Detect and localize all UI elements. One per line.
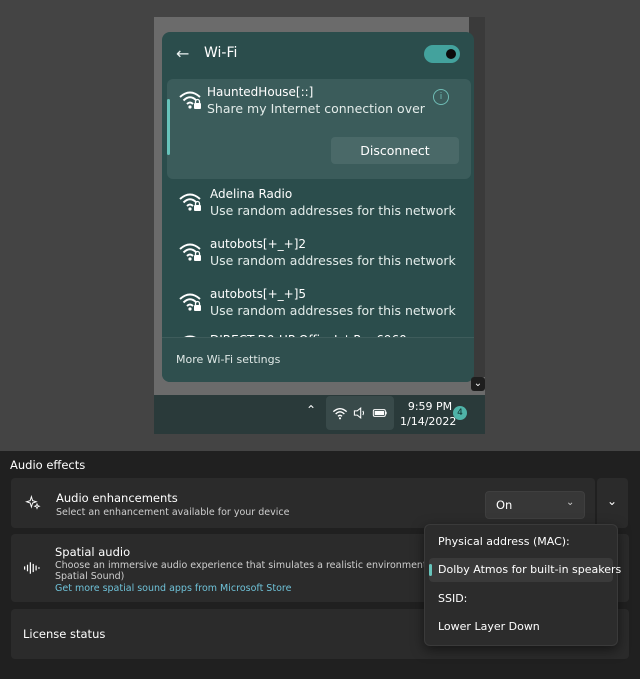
wifi-secured-icon	[179, 91, 201, 109]
back-arrow-icon[interactable]: ←	[176, 44, 189, 63]
menu-item-selected[interactable]: Dolby Atmos for built-in speakers	[429, 558, 621, 582]
info-icon[interactable]: i	[433, 89, 449, 105]
active-network-item[interactable]: HauntedHouse[::] Share my Internet conne…	[167, 79, 471, 179]
menu-item[interactable]: Lower Layer Down	[429, 615, 613, 639]
menu-item-label: Dolby Atmos for built-in speakers	[438, 563, 622, 576]
wifi-toggle[interactable]	[424, 45, 460, 63]
network-item[interactable]: autobots[+_+]5 Use random addresses for …	[162, 284, 474, 334]
taskbar: ⌃ 9:59 PM 1/14/2022 4	[154, 395, 485, 434]
chevron-up-icon[interactable]: ⌃	[306, 403, 316, 417]
spatial-audio-subtitle-cont: Spatial Sound)	[55, 571, 125, 582]
more-wifi-settings-label: More Wi-Fi settings	[176, 353, 281, 366]
battery-charging-icon	[372, 409, 387, 417]
network-item[interactable]: Adelina Radio Use random addresses for t…	[162, 184, 474, 234]
selection-accent	[429, 564, 432, 576]
sparkle-icon	[25, 495, 41, 510]
dropdown-menu: Physical address (MAC): Dolby Atmos for …	[424, 524, 621, 646]
spatial-audio-title: Spatial audio	[55, 545, 131, 559]
volume-icon	[353, 407, 365, 419]
section-title: Audio effects	[10, 458, 86, 472]
chevron-down-icon: ⌄	[566, 497, 575, 508]
clock-date[interactable]: 1/14/2022	[400, 415, 456, 428]
spatial-audio-subtitle: Choose an immersive audio experience tha…	[55, 560, 447, 571]
disconnect-button[interactable]: Disconnect	[331, 137, 459, 164]
active-network-subtitle: Share my Internet connection over	[207, 101, 425, 116]
clock-time[interactable]: 9:59 PM	[404, 400, 456, 413]
quick-settings-cluster[interactable]	[326, 396, 394, 430]
menu-item-label: SSID:	[438, 592, 468, 605]
network-name: Adelina Radio	[210, 187, 293, 201]
menu-item-label: Lower Layer Down	[438, 620, 540, 633]
network-subtitle: Use random addresses for this network	[210, 253, 456, 268]
select-value: On	[496, 498, 513, 512]
wifi-secured-icon	[179, 293, 201, 311]
toggle-knob	[446, 49, 456, 59]
network-name: autobots[+_+]5	[210, 287, 307, 301]
wifi-title: Wi-Fi	[204, 45, 238, 61]
license-status-title: License status	[23, 627, 106, 641]
wifi-icon	[332, 408, 348, 420]
expand-button[interactable]: ⌄	[597, 478, 628, 528]
selection-accent	[167, 99, 170, 155]
network-subtitle: Use random addresses for this network	[210, 203, 456, 218]
network-subtitle: Use random addresses for this network	[210, 303, 456, 318]
wifi-secured-icon	[179, 243, 201, 261]
microsoft-store-link[interactable]: Get more spatial sound apps from Microso…	[55, 583, 291, 594]
scroll-down-icon[interactable]: ⌄	[471, 377, 485, 391]
wifi-secured-icon	[179, 193, 201, 211]
wifi-panel: ← Wi-Fi HauntedHouse[::] Share my Intern…	[162, 32, 474, 382]
notification-badge[interactable]: 4	[453, 406, 467, 420]
wifi-flyout-screenshot: ← Wi-Fi HauntedHouse[::] Share my Intern…	[154, 17, 485, 434]
spatial-sound-icon	[24, 562, 40, 574]
menu-item[interactable]: SSID:	[429, 587, 613, 611]
menu-item-label: Physical address (MAC):	[438, 535, 570, 548]
network-item[interactable]: autobots[+_+]2 Use random addresses for …	[162, 234, 474, 284]
menu-item[interactable]: Physical address (MAC):	[429, 530, 613, 554]
network-name: autobots[+_+]2	[210, 237, 307, 251]
audio-enhancements-select[interactable]: On ⌄	[485, 491, 585, 519]
active-network-name: HauntedHouse[::]	[207, 85, 314, 99]
chevron-down-icon: ⌄	[607, 494, 618, 508]
more-wifi-settings-link[interactable]: More Wi-Fi settings	[162, 337, 474, 382]
audio-enhancements-title: Audio enhancements	[56, 491, 178, 505]
audio-enhancements-subtitle: Select an enhancement available for your…	[56, 507, 290, 518]
